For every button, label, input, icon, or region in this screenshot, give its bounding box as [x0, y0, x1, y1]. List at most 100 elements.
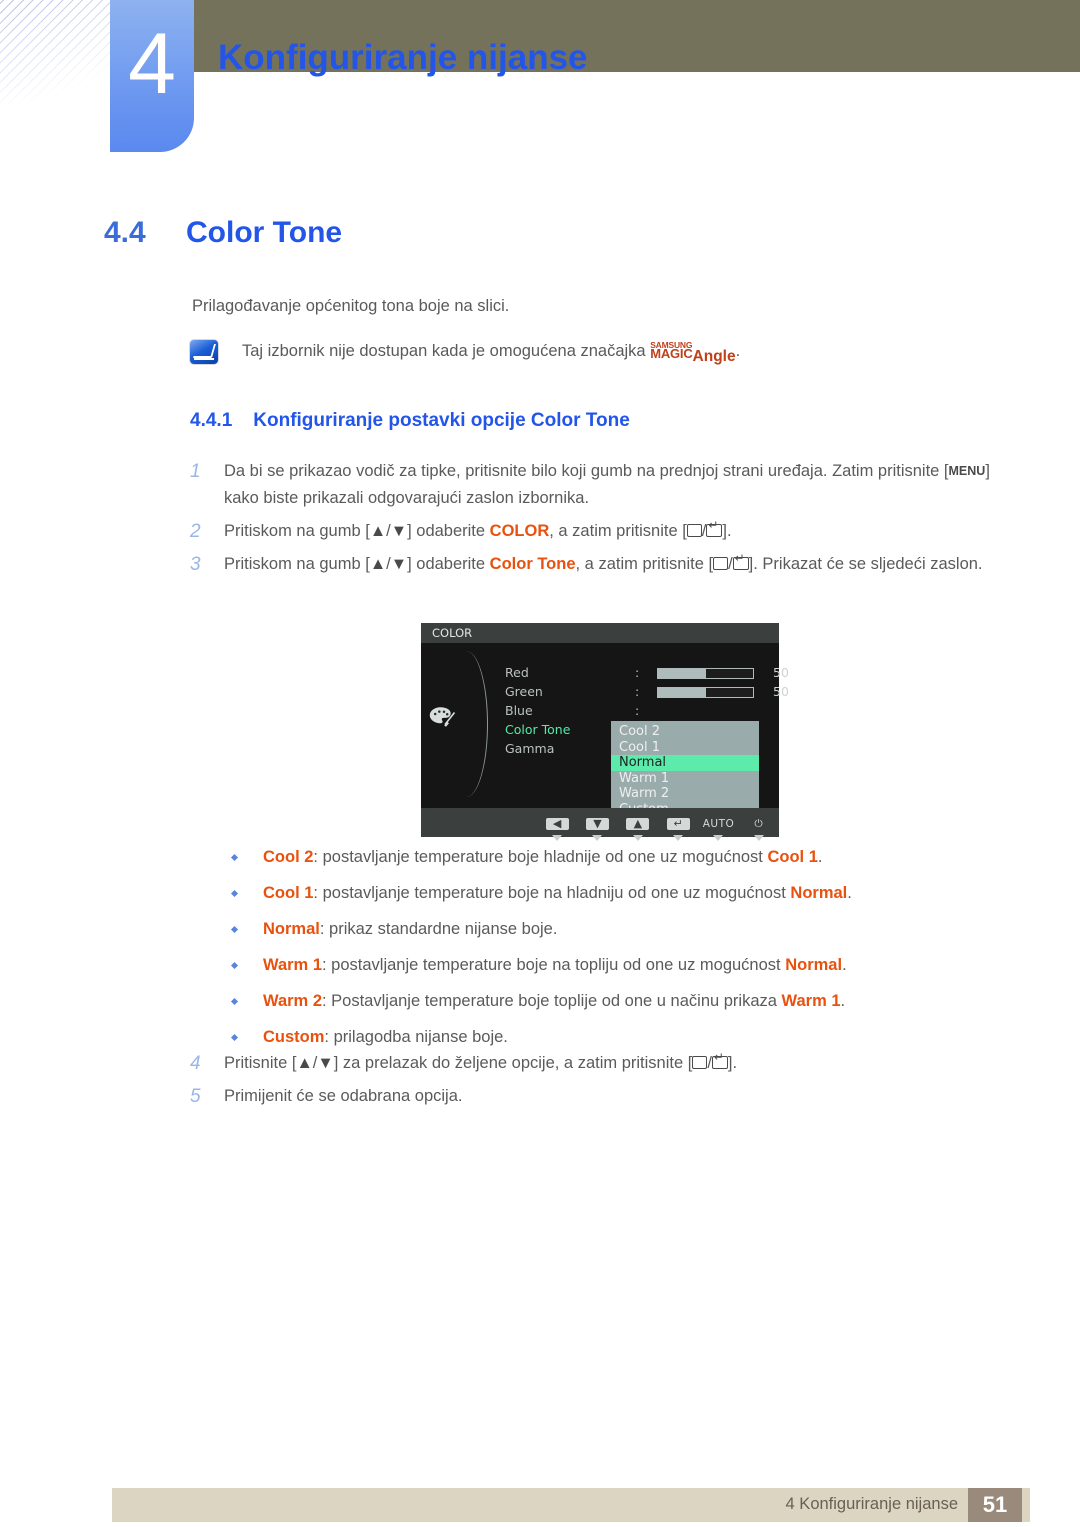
- osd-row-colon: :: [635, 665, 640, 680]
- note-text-after: .: [735, 342, 741, 360]
- keyword-term: Normal: [263, 920, 320, 938]
- chapter-title: Konfiguriranje nijanse: [218, 38, 588, 77]
- step-number: 1: [190, 461, 201, 482]
- arrow-down-icon: ▼: [390, 555, 408, 573]
- osd-dropdown-item[interactable]: Normal: [611, 755, 759, 771]
- body-text: : postavljanje temperature boje na topli…: [322, 956, 786, 974]
- osd-slider-value: 50: [773, 665, 789, 680]
- body-text: Pritiskom na gumb [: [224, 522, 370, 540]
- step-item: 4 Pritisnite [▲/▼] za prelazak do željene…: [190, 1050, 1010, 1077]
- header-diagonal-stripes: [0, 0, 118, 104]
- list-item-text: Custom: prilagodba nijanse boje.: [263, 1026, 508, 1048]
- osd-menu-row[interactable]: Blue:: [505, 703, 771, 722]
- step-item: 1 Da bi se prikazao vodič za tipke, priti…: [190, 458, 1010, 512]
- osd-guide-button[interactable]: AUTO: [698, 808, 738, 841]
- step-text: Pritiskom na gumb [▲ / ▼] odaberite Color …: [224, 551, 983, 578]
- osd-row-label: Green: [505, 684, 543, 699]
- list-item: Cool 2: postavljanje temperature boje hl…: [230, 846, 1022, 868]
- body-text: ].: [722, 522, 732, 540]
- list-item-text: Cool 1: postavljanje temperature boje na…: [263, 882, 852, 904]
- keyword-term: Warm 2: [263, 992, 322, 1010]
- bullet-diamond-icon: [230, 1033, 239, 1042]
- note-text: Taj izbornik nije dostupan kada je omogu…: [242, 340, 740, 365]
- numbered-steps-bottom: 4 Pritisnite [▲/▼] za prelazak do željene…: [190, 1050, 1010, 1116]
- body-text: ] za prelazak do željene opcije, a zatim…: [333, 1054, 693, 1072]
- footer-chapter-label: 4 Konfiguriranje nijanse: [785, 1495, 958, 1513]
- body-text: : prikaz standardne nijanse boje.: [319, 920, 558, 938]
- osd-dropdown-item[interactable]: Warm 1: [611, 771, 759, 787]
- osd-arc-decoration: [457, 651, 488, 797]
- list-item: Warm 2: Postavljanje temperature boje to…: [230, 990, 1022, 1012]
- body-text: , a zatim pritisnite [: [575, 555, 714, 573]
- keyword-term: Normal: [785, 956, 843, 974]
- osd-guide-button[interactable]: ▼: [577, 808, 617, 841]
- arrow-up-icon: ▲: [626, 818, 650, 830]
- chapter-tab: 4: [110, 0, 194, 152]
- body-text: ].: [727, 1054, 738, 1072]
- body-text: ] odaberite: [407, 555, 490, 573]
- bullet-diamond-icon: [230, 889, 239, 898]
- subsection-heading: 4.4.1 Konfiguriranje postavki opcije Colo…: [190, 410, 630, 432]
- intro-paragraph: Prilagođavanje općenitog tona boje na sl…: [192, 297, 510, 315]
- step-number: 2: [190, 521, 201, 542]
- list-item-text: Warm 1: postavljanje temperature boje na…: [263, 954, 847, 976]
- osd-menu-row[interactable]: Green: 50: [505, 684, 789, 703]
- logo-magic-text: MAGIC: [650, 346, 693, 361]
- osd-guide-button[interactable]: ⏻: [739, 808, 779, 841]
- osd-row-label: Blue: [505, 703, 533, 718]
- body-text: .: [847, 884, 852, 902]
- note-text-before: Taj izbornik nije dostupan kada je omogu…: [242, 342, 651, 360]
- osd-row-colon: :: [635, 684, 640, 699]
- arrow-left-icon: ◀: [545, 818, 569, 830]
- list-item-text: Warm 2: Postavljanje temperature boje to…: [263, 990, 845, 1012]
- body-text: : postavljanje temperature boje na hladn…: [313, 884, 791, 902]
- enter-icon: ↵: [666, 818, 690, 830]
- body-text: ] odaberite: [407, 522, 490, 540]
- enter-button-icon: [732, 552, 749, 570]
- source-button-icon: [713, 557, 729, 570]
- step-text: Pritisnite [▲/▼] za prelazak do željene …: [224, 1050, 737, 1077]
- step-text: Primijenit će se odabrana opcija.: [224, 1083, 462, 1110]
- osd-guide-button[interactable]: ▲: [618, 808, 658, 841]
- osd-button-guide: ◀ ▼ ▲ ↵ AUTO ⏻: [421, 808, 779, 841]
- osd-slider[interactable]: [657, 668, 754, 679]
- arrow-down-icon: ▼: [585, 818, 609, 830]
- osd-guide-button[interactable]: ↵: [658, 808, 698, 841]
- arrow-down-icon: ▼: [390, 522, 408, 540]
- osd-dropdown-item[interactable]: Cool 2: [611, 724, 759, 740]
- osd-guide-button[interactable]: ◀: [537, 808, 577, 841]
- source-button-icon: [686, 524, 702, 537]
- osd-color-tone-dropdown[interactable]: Cool 2Cool 1NormalWarm 1Warm 2Custom: [611, 721, 759, 821]
- color-palette-icon: [428, 705, 456, 729]
- keyword-term: Cool 1: [767, 848, 818, 866]
- step-text: Pritiskom na gumb [▲/▼] odaberite COLOR,…: [224, 518, 732, 545]
- osd-dropdown-item[interactable]: Warm 2: [611, 786, 759, 802]
- osd-row-label: Color Tone: [505, 722, 571, 737]
- note-callout: Taj izbornik nije dostupan kada je omogu…: [190, 340, 990, 365]
- keyword-term: Color Tone: [489, 555, 576, 573]
- logo-angle-text: Angle: [692, 348, 736, 365]
- osd-menu-row[interactable]: Red: 50: [505, 665, 789, 684]
- body-text: Pritisnite [: [224, 1054, 297, 1072]
- osd-body: Red:50Green:50Blue:Color Tone:Gamma: Coo…: [421, 643, 789, 821]
- osd-guide-pointer-icon: [713, 835, 724, 841]
- osd-dropdown-item[interactable]: Cool 1: [611, 740, 759, 756]
- power-icon: ⏻: [754, 818, 764, 830]
- arrow-up-icon: ▲: [369, 522, 387, 540]
- osd-screenshot: COLOR Red:50Green:50Blue:Color Tone:Gamm…: [421, 623, 789, 841]
- step-text: Da bi se prikazao vodič za tipke, pritis…: [224, 458, 1010, 512]
- step-number: 3: [190, 554, 201, 575]
- keyword-term: Warm 1: [781, 992, 841, 1010]
- note-pen-icon: [190, 340, 218, 364]
- bullet-diamond-icon: [230, 853, 239, 862]
- enter-button-icon: [711, 1051, 728, 1069]
- step-item: 5 Primijenit će se odabrana opcija.: [190, 1083, 1010, 1110]
- body-text: Da bi se prikazao vodič za tipke, pritis…: [224, 462, 949, 480]
- keyword-term: Cool 1: [263, 884, 314, 902]
- arrow-up-icon: ▲: [296, 1054, 313, 1072]
- osd-slider[interactable]: [657, 687, 754, 698]
- keyword-term: Warm 1: [263, 956, 322, 974]
- body-text: .: [840, 992, 846, 1010]
- body-text: /: [728, 555, 733, 573]
- osd-row-label: Gamma: [505, 741, 555, 756]
